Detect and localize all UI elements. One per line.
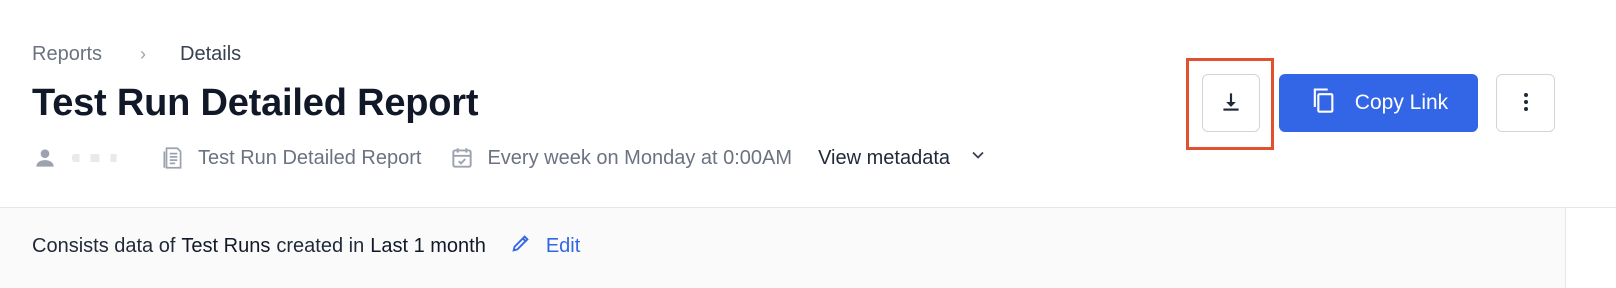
calendar-check-icon: [449, 145, 475, 171]
view-metadata-toggle[interactable]: View metadata: [818, 145, 988, 171]
summary-text: Consists data of Test Runs created in La…: [32, 232, 580, 260]
breadcrumb: Reports › Details: [32, 42, 241, 66]
meta-schedule: Every week on Monday at 0:00AM: [449, 145, 792, 171]
summary-prefix: Consists data of: [32, 234, 176, 257]
owner-name-redacted: [72, 154, 134, 162]
copy-link-label: Copy Link: [1354, 91, 1449, 114]
breadcrumb-separator: ›: [140, 43, 147, 64]
person-icon: [32, 145, 58, 171]
edit-label: Edit: [545, 234, 581, 257]
summary-middle: created in: [276, 234, 365, 257]
meta-report-name-text: Test Run Detailed Report: [198, 146, 422, 169]
copy-link-button[interactable]: Copy Link: [1279, 74, 1478, 132]
meta-report-name: Test Run Detailed Report: [160, 145, 421, 171]
breadcrumb-current: Details: [180, 42, 242, 65]
breadcrumb-reports-link[interactable]: Reports: [32, 43, 102, 66]
download-icon: [1218, 89, 1244, 118]
copy-icon: [1309, 85, 1355, 121]
summary-period: Last 1 month: [370, 234, 486, 257]
pencil-icon: [510, 232, 546, 260]
meta-schedule-text: Every week on Monday at 0:00AM: [487, 146, 793, 169]
more-options-button[interactable]: [1496, 74, 1555, 132]
report-header: Reports › Details Test Run Detailed Repo…: [0, 0, 1616, 214]
summary-entity: Test Runs: [181, 234, 271, 257]
report-meta: Test Run Detailed Report Every week on M…: [32, 140, 988, 176]
data-scope-summary: Consists data of Test Runs created in La…: [0, 208, 1565, 288]
view-metadata-label: View metadata: [818, 146, 950, 169]
edit-scope-link[interactable]: Edit: [510, 232, 580, 260]
panel-right-border: [1565, 207, 1566, 288]
page-title: Test Run Detailed Report: [32, 82, 479, 124]
document-icon: [160, 145, 186, 171]
download-button[interactable]: [1202, 74, 1260, 132]
more-vertical-icon: [1514, 90, 1538, 117]
meta-owner: [32, 145, 134, 171]
chevron-down-icon: [968, 145, 988, 171]
